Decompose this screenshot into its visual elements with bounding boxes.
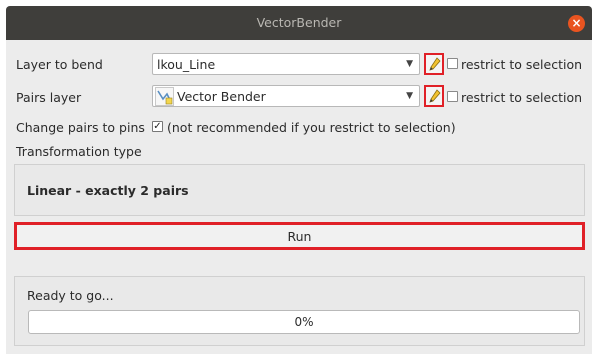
- edit-pairs-button[interactable]: [424, 85, 444, 107]
- restrict-selection-checkbox-2[interactable]: [447, 91, 458, 102]
- pairs-layer-label: Pairs layer: [16, 90, 82, 105]
- run-button-label: Run: [287, 229, 312, 244]
- layer-to-bend-value: lkou_Line: [157, 57, 216, 72]
- run-button[interactable]: Run: [14, 222, 585, 250]
- transformation-type-label: Transformation type: [16, 144, 142, 159]
- pairs-layer-combo[interactable]: Vector Bender ▼: [152, 85, 420, 107]
- close-button[interactable]: ×: [568, 15, 585, 32]
- layer-to-bend-combo[interactable]: lkou_Line ▼: [152, 53, 420, 75]
- transformation-panel: Linear - exactly 2 pairs: [14, 164, 585, 216]
- title-bar: VectorBender ×: [6, 6, 592, 40]
- window-title: VectorBender: [256, 15, 342, 30]
- layer-to-bend-label: Layer to bend: [16, 57, 103, 72]
- vectorbender-dialog: VectorBender × Layer to bend lkou_Line ▼…: [6, 6, 592, 354]
- checkmark-icon: ✓: [153, 121, 162, 132]
- change-pairs-note: (not recommended if you restrict to sele…: [167, 120, 456, 135]
- close-icon: ×: [571, 16, 582, 30]
- chevron-down-icon: ▼: [406, 59, 413, 69]
- restrict-selection-label-1: restrict to selection: [461, 57, 583, 72]
- progress-text: 0%: [294, 315, 314, 329]
- transformation-type-value: Linear - exactly 2 pairs: [27, 183, 189, 198]
- chevron-down-icon: ▼: [406, 91, 413, 101]
- restrict-selection-label-2: restrict to selection: [461, 90, 583, 105]
- pencil-icon: [429, 57, 441, 71]
- restrict-selection-checkbox-1[interactable]: [447, 58, 458, 69]
- pairs-layer-value: Vector Bender: [177, 89, 266, 104]
- progress-bar: 0%: [28, 310, 580, 334]
- status-text: Ready to go...: [27, 288, 114, 303]
- change-pairs-label: Change pairs to pins: [16, 120, 145, 135]
- pencil-icon: [429, 89, 441, 103]
- change-pairs-checkbox[interactable]: ✓: [152, 121, 163, 132]
- line-layer-icon: [155, 87, 174, 106]
- edit-layer-button[interactable]: [424, 53, 444, 75]
